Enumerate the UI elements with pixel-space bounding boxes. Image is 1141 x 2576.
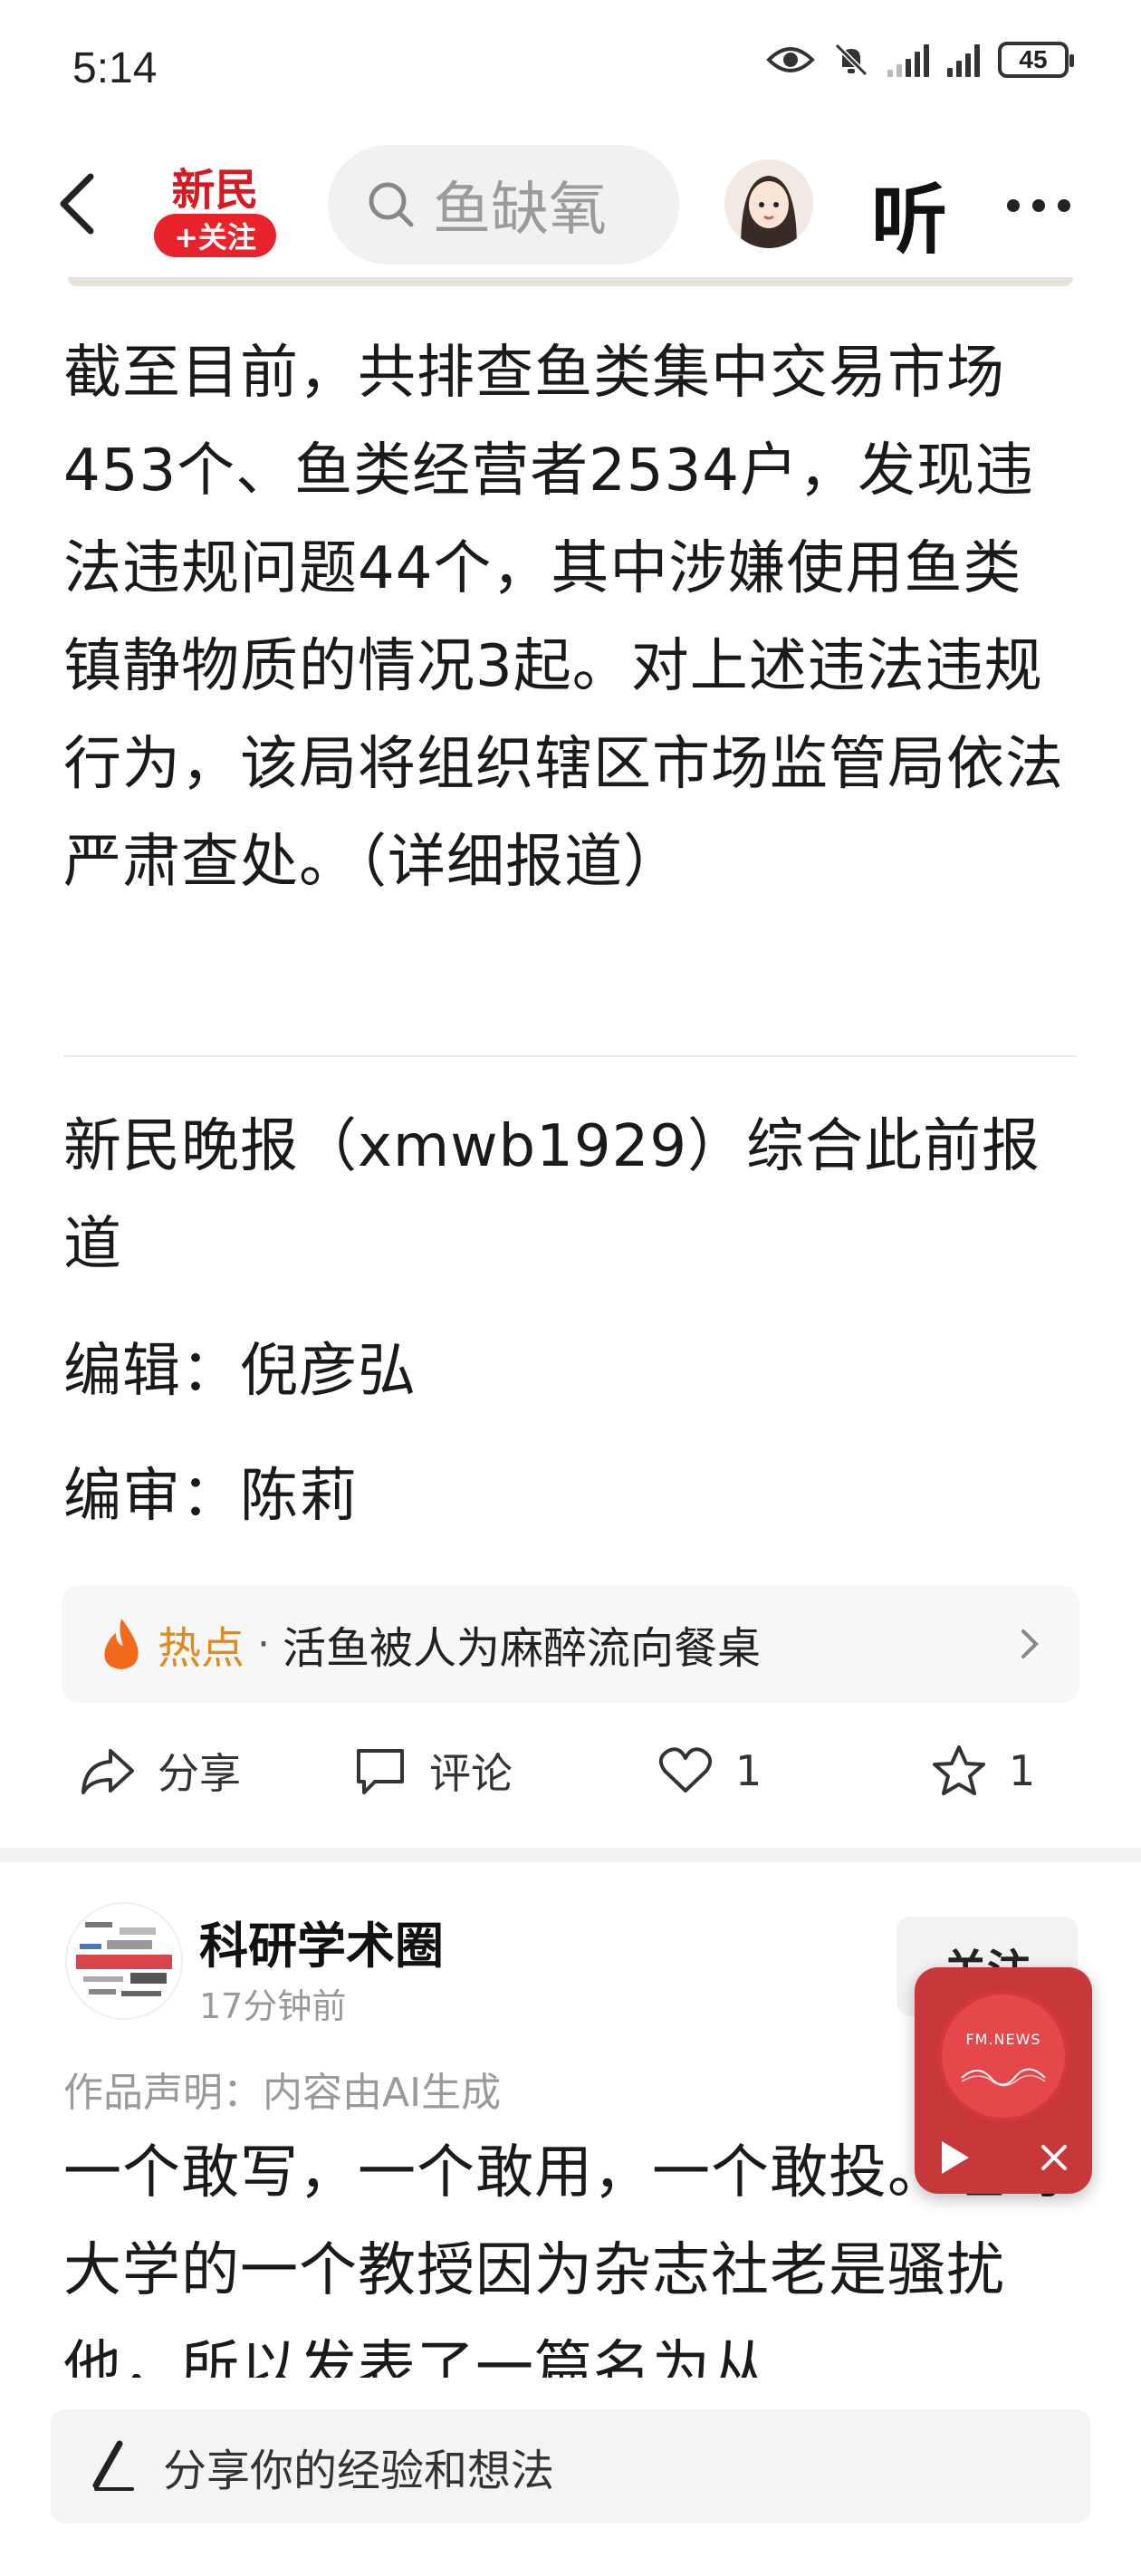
player-disc: FM.NEWS xyxy=(938,1991,1069,2121)
share-button[interactable]: 分享 xyxy=(80,1721,241,1821)
flame-icon xyxy=(104,1619,139,1669)
battery-icon: 45 xyxy=(998,42,1074,78)
status-time: 5:14 xyxy=(72,44,158,92)
comment-label: 评论 xyxy=(429,1749,513,1798)
action-bar: 分享 评论 1 1 xyxy=(0,1721,1141,1821)
star-icon xyxy=(933,1745,985,1795)
like-count: 1 xyxy=(735,1746,762,1795)
article-paragraph: 截至目前，共排查鱼类集中交易市场453个、鱼类经营者2534户，发现违法违规问题… xyxy=(63,340,1064,896)
ai-declaration: 作品声明：内容由AI生成 xyxy=(63,2070,502,2116)
play-icon[interactable] xyxy=(938,2139,971,2176)
signal-icon-2 xyxy=(947,43,980,77)
assistant-avatar[interactable] xyxy=(724,159,813,248)
post-time: 17分钟前 xyxy=(199,1986,347,2026)
signal-icon-1 xyxy=(887,43,929,77)
hot-topic-banner[interactable]: 热点 · 活鱼被人为麻醉流向餐桌 xyxy=(62,1585,1079,1703)
logo-text: 新民 xyxy=(171,165,259,216)
section-separator xyxy=(0,1848,1141,1862)
chevron-right-icon xyxy=(1021,1629,1039,1658)
article-editor: 编辑：倪彦弘 xyxy=(63,1338,417,1405)
mute-bell-icon xyxy=(834,43,868,77)
more-options-icon[interactable] xyxy=(1007,199,1070,212)
pen-icon xyxy=(92,2440,134,2491)
comment-placeholder: 分享你的经验和想法 xyxy=(163,2446,555,2496)
hot-title: 活鱼被人为麻醉流向餐桌 xyxy=(283,1623,762,1674)
hot-label: 热点 xyxy=(158,1623,245,1674)
follow-pill-button[interactable]: +关注 xyxy=(154,214,276,257)
author-avatar[interactable] xyxy=(65,1902,183,2020)
comment-button[interactable]: 评论 xyxy=(353,1721,513,1821)
article-source: 新民晚报（xmwb1929）综合此前报道 xyxy=(63,1113,1041,1278)
article-reviewer: 编审：陈莉 xyxy=(63,1463,358,1530)
comment-input-bar[interactable]: 分享你的经验和想法 xyxy=(51,2409,1090,2523)
like-button[interactable]: 1 xyxy=(657,1721,762,1821)
share-label: 分享 xyxy=(158,1749,241,1798)
publisher-logo[interactable]: 新民 +关注 xyxy=(154,154,276,263)
close-icon[interactable] xyxy=(1040,2143,1069,2172)
comment-icon xyxy=(357,1749,404,1794)
status-icons: 45 xyxy=(766,42,1074,78)
floating-audio-player[interactable]: FM.NEWS xyxy=(915,1967,1092,2194)
hot-separator: · xyxy=(257,1620,271,1668)
player-label: FM.NEWS xyxy=(965,2031,1041,2048)
avatar-icon xyxy=(724,159,813,248)
search-query: 鱼缺氧 xyxy=(433,177,607,244)
eye-icon xyxy=(766,47,815,72)
waveform-icon xyxy=(961,2068,1046,2087)
journal-collage-icon xyxy=(67,1904,181,2018)
divider xyxy=(63,1055,1078,1057)
favorite-button[interactable]: 1 xyxy=(931,1721,1035,1821)
favorite-count: 1 xyxy=(1009,1746,1036,1795)
back-arrow-icon[interactable] xyxy=(50,163,104,245)
author-name[interactable]: 科研学术圈 xyxy=(199,1906,444,1977)
share-icon xyxy=(82,1749,134,1794)
image-bottom-edge xyxy=(68,277,1073,286)
listen-button[interactable]: 听 xyxy=(871,159,947,269)
search-icon xyxy=(369,182,414,227)
search-bar[interactable]: 鱼缺氧 xyxy=(328,145,679,264)
heart-icon xyxy=(658,1747,713,1793)
